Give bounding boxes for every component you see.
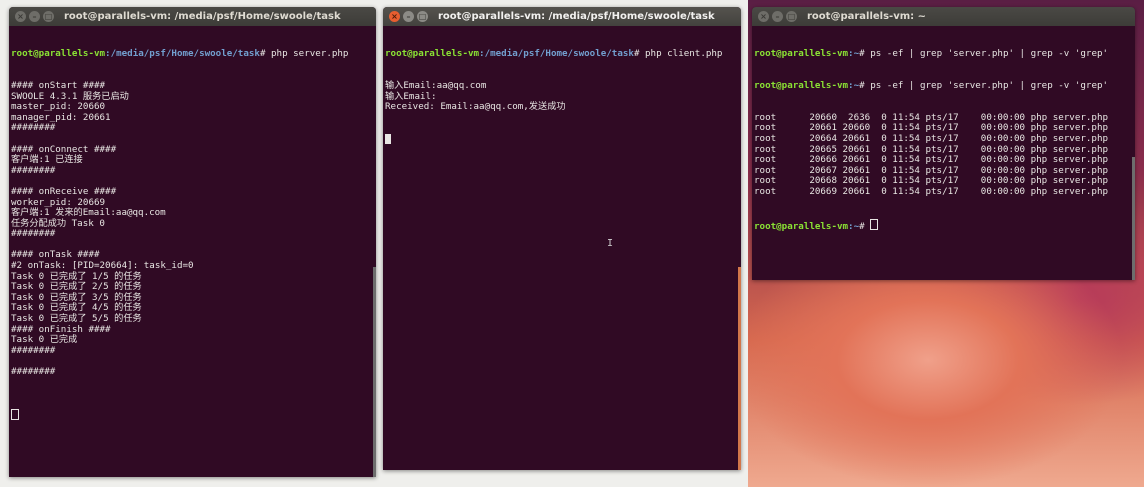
prompt-path: :~ — [848, 220, 860, 232]
output-line: ######## — [11, 228, 56, 240]
prompt-path: :~ — [848, 79, 860, 91]
prompt-path: :~ — [848, 48, 860, 60]
prompt-command: # — [859, 220, 871, 232]
output-line: 输入Email:aa@qq.com — [385, 79, 487, 91]
prompt-user: root@parallels-vm — [754, 48, 849, 60]
terminal-screen[interactable]: root@parallels-vm:~# ps -ef | grep 'serv… — [752, 26, 1135, 250]
text-cursor-icon: I — [607, 238, 614, 249]
prompt-command: # ps -ef | grep 'server.php' | grep -v '… — [859, 48, 1109, 60]
terminal-screen[interactable]: root@parallels-vm:/media/psf/Home/swoole… — [9, 26, 376, 441]
prompt-command: # ps -ef | grep 'server.php' | grep -v '… — [859, 79, 1109, 91]
output-line: Task 0 已完成 — [11, 334, 78, 346]
prompt-line: root@parallels-vm:~# ps -ef | grep 'serv… — [754, 79, 1133, 92]
prompt-command: # php client.php — [633, 48, 723, 60]
titlebar[interactable]: × – □ root@parallels-vm: ~ — [752, 7, 1135, 26]
output-line: ######## — [11, 344, 56, 356]
prompt-line: root@parallels-vm:~# — [754, 218, 1133, 232]
output-line: Received: Email:aa@qq.com,发送成功 — [385, 101, 566, 113]
terminal-output: #### onStart #### SWOOLE 4.3.1 服务已启动 maste… — [11, 79, 374, 389]
scrollbar[interactable] — [373, 267, 376, 477]
prompt-user: root@parallels-vm — [11, 48, 106, 60]
output-line: 任务分配成功 Task 0 — [11, 217, 105, 229]
prompt-path: :/media/psf/Home/swoole/task — [105, 48, 260, 60]
output-line: #### onReceive #### — [11, 185, 117, 197]
close-icon[interactable]: × — [15, 11, 26, 22]
cursor-line — [385, 133, 739, 145]
output-line: manager_pid: 20661 — [11, 111, 111, 123]
terminal-window-client[interactable]: × – □ root@parallels-vm: /media/psf/Home… — [383, 7, 741, 470]
terminal-output: 输入Email:aa@qq.com 输入Email: Received: Email… — [385, 79, 739, 113]
prompt-user: root@parallels-vm — [754, 79, 849, 91]
minimize-icon[interactable]: – — [29, 11, 40, 22]
maximize-icon[interactable]: □ — [786, 11, 797, 22]
prompt-line: root@parallels-vm:~# ps -ef | grep 'serv… — [754, 48, 1133, 60]
minimize-icon[interactable]: – — [403, 11, 414, 22]
output-line: ######## — [11, 122, 56, 134]
minimize-icon[interactable]: – — [772, 11, 783, 22]
cursor-line — [11, 409, 374, 421]
terminal-window-server[interactable]: × – □ root@parallels-vm: /media/psf/Home… — [9, 7, 376, 477]
window-title: root@parallels-vm: /media/psf/Home/swool… — [438, 11, 715, 22]
terminal-window-ps[interactable]: × – □ root@parallels-vm: ~ root@parallel… — [752, 7, 1135, 280]
maximize-icon[interactable]: □ — [417, 11, 428, 22]
terminal-cursor — [385, 133, 391, 144]
maximize-icon[interactable]: □ — [43, 11, 54, 22]
prompt-user: root@parallels-vm — [754, 220, 849, 232]
terminal-cursor — [11, 409, 19, 421]
titlebar[interactable]: × – □ root@parallels-vm: /media/psf/Home… — [9, 7, 376, 26]
output-line: ######## — [11, 366, 56, 377]
prompt-path: :/media/psf/Home/swoole/task — [479, 48, 634, 60]
close-icon[interactable]: × — [389, 11, 400, 22]
process-row: root 20669 20661 0 11:54 pts/17 00:00:00… — [754, 185, 1109, 197]
window-title: root@parallels-vm: /media/psf/Home/swool… — [64, 11, 341, 22]
prompt-line: root@parallels-vm:/media/psf/Home/swoole… — [385, 48, 739, 60]
prompt-user: root@parallels-vm — [385, 48, 480, 60]
window-title: root@parallels-vm: ~ — [807, 11, 927, 22]
terminal-cursor — [870, 218, 879, 230]
scrollbar[interactable] — [1132, 157, 1135, 280]
process-row: root 20664 20661 0 11:54 pts/17 00:00:00… — [754, 132, 1109, 144]
close-icon[interactable]: × — [758, 11, 769, 22]
output-line: ######## — [11, 164, 56, 176]
output-line: #### onStart #### — [11, 79, 106, 91]
output-line: 客户端:1 已连接 — [11, 154, 83, 166]
process-list: root 20660 2636 0 11:54 pts/17 00:00:00 … — [754, 112, 1133, 198]
prompt-line: root@parallels-vm:/media/psf/Home/swoole… — [11, 48, 374, 60]
terminal-screen[interactable]: root@parallels-vm:/media/psf/Home/swoole… — [383, 26, 741, 166]
prompt-command: # php server.php — [259, 48, 349, 60]
scrollbar[interactable] — [738, 267, 741, 470]
titlebar[interactable]: × – □ root@parallels-vm: /media/psf/Home… — [383, 7, 741, 26]
